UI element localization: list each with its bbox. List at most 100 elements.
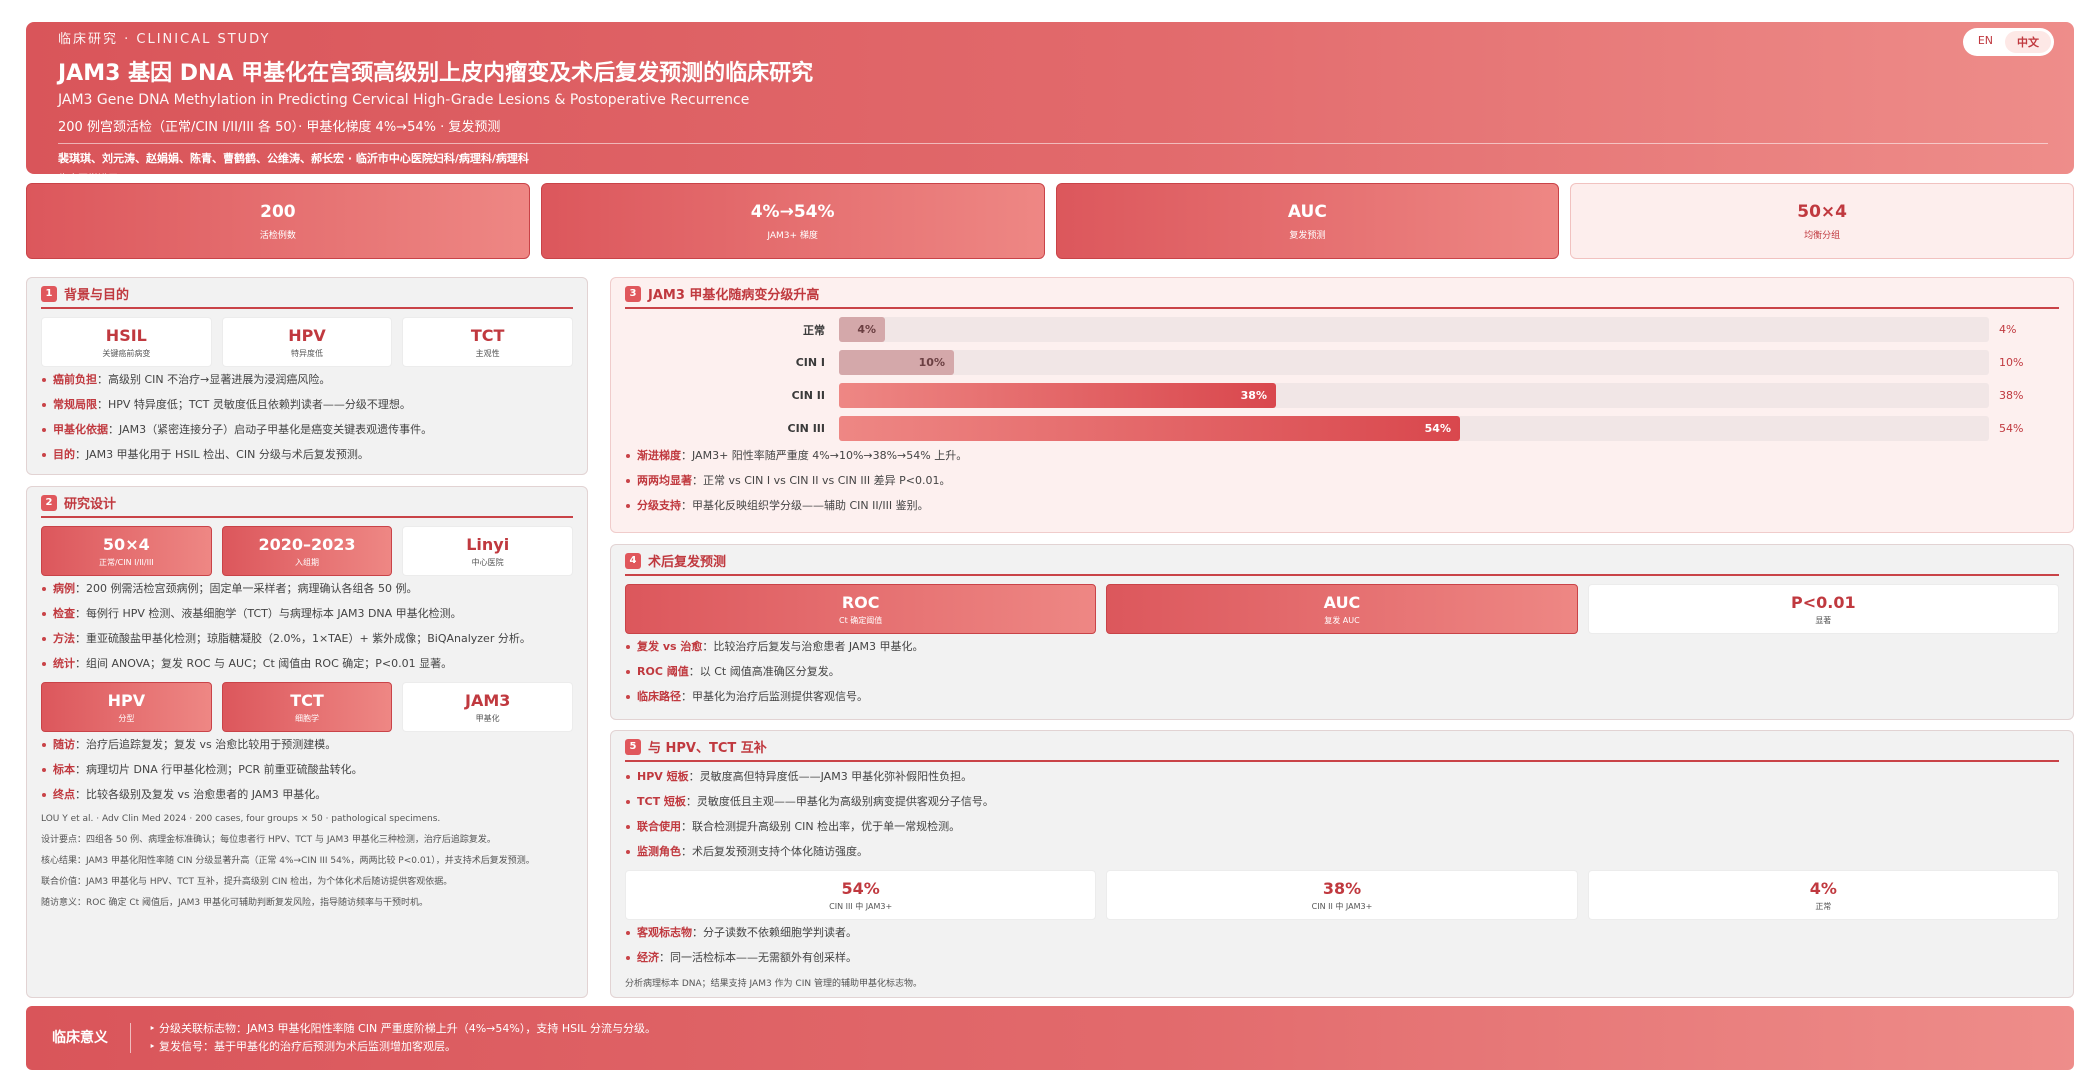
stat-card-gradient: 4%→54% JAM3+ 梯度 bbox=[540, 183, 1045, 259]
stat-label: JAM3+ 梯度 bbox=[767, 230, 818, 241]
bullet-list: 复发 vs 治愈：比较治疗后复发与治愈患者 JAM3 甲基化。 ROC 阈值：以… bbox=[625, 640, 2059, 704]
panel-complementary: 5 与 HPV、TCT 互补 HPV 短板：灵敏度高但特异度低——JAM3 甲基… bbox=[610, 730, 2074, 998]
bar-fill: 10% bbox=[839, 350, 954, 375]
footer-banner: 临床意义 分级关联标志物：JAM3 甲基化阳性率随 CIN 严重度阶梯上升（4%… bbox=[26, 1006, 2074, 1070]
lang-zh-button[interactable]: 中文 bbox=[2005, 31, 2051, 53]
bar-row: 正常 4% 4% bbox=[625, 317, 2059, 342]
list-item: 监测角色：术后复发预测支持个体化随访强度。 bbox=[626, 845, 2059, 859]
panel-title: 2 研究设计 bbox=[41, 493, 573, 518]
mini-label: Ct 确定阈值 bbox=[839, 615, 883, 625]
note-text: 随访意义：ROC 确定 Ct 阈值后，JAM3 甲基化可辅助判断复发风险，指导随… bbox=[41, 898, 429, 908]
mini-label: 入组期 bbox=[295, 557, 319, 567]
list-item: 检查：每例行 HPV 检测、液基细胞学（TCT）与病理标本 JAM3 DNA 甲… bbox=[42, 607, 573, 621]
mini-value: 2020–2023 bbox=[258, 534, 356, 554]
mini-card-pvalue: P<0.01 显著 bbox=[1587, 584, 2059, 634]
stat-value: 200 bbox=[260, 201, 296, 222]
mini-label: 正常/CIN I/II/III bbox=[98, 557, 154, 567]
mini-card-roc: ROC Ct 确定阈值 bbox=[625, 584, 1097, 634]
mini-card-groups: 50×4 正常/CIN I/II/III bbox=[41, 526, 212, 576]
mini-card-methylation: JAM3 甲基化 bbox=[402, 682, 574, 732]
mini-value: HPV bbox=[288, 325, 326, 345]
mini-card-cin3: 54% CIN III 中 JAM3+ bbox=[625, 870, 1097, 920]
bar-fill: 4% bbox=[839, 317, 885, 342]
header-kicker: 临床研究 · CLINICAL STUDY bbox=[58, 32, 271, 47]
bar-row: CIN II 38% 38% bbox=[625, 383, 2059, 408]
panel-title: 5 与 HPV、TCT 互补 bbox=[625, 737, 2059, 762]
bar-row: CIN III 54% 54% bbox=[625, 416, 2059, 441]
stat-row: 200 活检例数 4%→54% JAM3+ 梯度 AUC 复发预测 50×4 均… bbox=[26, 183, 2074, 259]
mini-value: 4% bbox=[1809, 878, 1837, 898]
panel-title-text: 与 HPV、TCT 互补 bbox=[648, 741, 767, 756]
footer-title: 临床意义 bbox=[52, 1023, 131, 1053]
footer-line: 分级关联标志物：JAM3 甲基化阳性率随 CIN 严重度阶梯上升（4%→54%）… bbox=[149, 1020, 656, 1038]
list-item: 随访：治疗后追踪复发；复发 vs 治愈比较用于预测建模。 bbox=[42, 738, 573, 752]
mini-card-row: HSIL 关键癌前病变 HPV 特异度低 TCT 主观性 bbox=[41, 317, 574, 367]
bar-chart: 正常 4% 4% CIN I 10% 10% CIN II 38% 38% CIN III 54% 5… bbox=[625, 317, 2059, 441]
mini-label: 显著 bbox=[1815, 615, 1832, 625]
mini-card-auc: AUC 复发 AUC bbox=[1106, 584, 1578, 634]
panel-title-text: 研究设计 bbox=[64, 497, 117, 512]
bar-track: 38% bbox=[839, 383, 1989, 408]
mini-card-hsil: HSIL 关键癌前病变 bbox=[41, 317, 212, 367]
bar-track: 54% bbox=[839, 416, 1989, 441]
mini-card-normal: 4% 正常 bbox=[1587, 870, 2059, 920]
mini-value: 38% bbox=[1322, 878, 1362, 898]
mini-card-hpv: HPV 特异度低 bbox=[221, 317, 393, 367]
list-item: 分级支持：甲基化反映组织学分级——辅助 CIN II/III 鉴别。 bbox=[626, 499, 2059, 513]
section-number: 4 bbox=[625, 552, 641, 569]
bar-category-label: CIN I bbox=[795, 356, 825, 369]
mini-value: AUC bbox=[1323, 592, 1361, 612]
stat-label: 活检例数 bbox=[259, 230, 296, 241]
panel-title-text: 背景与目的 bbox=[64, 288, 130, 303]
panel-design: 2 研究设计 50×4 正常/CIN I/II/III 2020–2023 入组… bbox=[26, 486, 588, 998]
list-item: 复发 vs 治愈：比较治疗后复发与治愈患者 JAM3 甲基化。 bbox=[626, 640, 2059, 654]
bar-category-label: CIN II bbox=[791, 389, 825, 402]
mini-label: CIN III 中 JAM3+ bbox=[829, 901, 893, 911]
section-number: 5 bbox=[625, 738, 641, 755]
mini-label: 主观性 bbox=[475, 348, 500, 358]
panel-title: 4 术后复发预测 bbox=[625, 551, 2059, 576]
mini-label: 分型 bbox=[118, 713, 135, 723]
note-text: LOU Y et al. · Adv Clin Med 2024 · 200 c… bbox=[41, 814, 441, 824]
list-item: 临床路径：甲基化为治疗后监测提供客观信号。 bbox=[626, 690, 2059, 704]
mini-card-cin2: 38% CIN II 中 JAM3+ bbox=[1106, 870, 1578, 920]
mini-label: 正常 bbox=[1815, 901, 1832, 911]
note-text: 联合价值：JAM3 甲基化与 HPV、TCT 互补，提升高级别 CIN 检出，为… bbox=[41, 877, 453, 887]
bar-value-label: 38% bbox=[1999, 389, 2024, 402]
header-authors: 裴琪琪、刘元涛、赵娟娟、陈青、曹鹤鹤、公维涛、郝长宏 · 临沂市中心医院妇科/病… bbox=[58, 143, 2048, 166]
list-item: 终点：比较各级别及复发 vs 治愈患者的 JAM3 甲基化。 bbox=[42, 788, 573, 802]
mini-value: 50×4 bbox=[102, 534, 150, 554]
bullet-list: 渐进梯度：JAM3+ 阳性率随严重度 4%→10%→38%→54% 上升。 两两… bbox=[625, 449, 2059, 513]
list-item: 目的：JAM3 甲基化用于 HSIL 检出、CIN 分级与术后复发预测。 bbox=[42, 448, 573, 462]
mini-card-hpv-type: HPV 分型 bbox=[41, 682, 212, 732]
stat-value: AUC bbox=[1287, 201, 1327, 222]
note-text: 设计要点：四组各 50 例、病理金标准确认；每位患者行 HPV、TCT 与 JA… bbox=[41, 835, 496, 845]
panel-background: 1 背景与目的 HSIL 关键癌前病变 HPV 特异度低 TCT 主观性 癌前负… bbox=[26, 277, 588, 475]
list-item: 渐进梯度：JAM3+ 阳性率随严重度 4%→10%→38%→54% 上升。 bbox=[626, 449, 2059, 463]
list-item: HPV 短板：灵敏度高但特异度低——JAM3 甲基化弥补假阳性负担。 bbox=[626, 770, 2059, 784]
mini-value: ROC bbox=[841, 592, 880, 612]
mini-label: CIN II 中 JAM3+ bbox=[1311, 901, 1373, 911]
footer-line: 复发信号：基于甲基化的治疗后预测为术后监测增加客观层。 bbox=[149, 1038, 656, 1056]
mini-label: 特异度低 bbox=[291, 348, 323, 358]
note-text: 分析病理标本 DNA；结果支持 JAM3 作为 CIN 管理的辅助甲基化标志物。 bbox=[625, 979, 922, 989]
bullet-list: 病例：200 例需活检宫颈病例；固定单一采样者；病理确认各组各 50 例。 检查… bbox=[41, 582, 573, 671]
list-item: TCT 短板：灵敏度低且主观——甲基化为高级别病变提供客观分子信号。 bbox=[626, 795, 2059, 809]
list-item: 统计：组间 ANOVA；复发 ROC 与 AUC；Ct 阈值由 ROC 确定；P… bbox=[42, 657, 573, 671]
list-item: 方法：重亚硫酸盐甲基化检测；琼脂糖凝胶（2.0%，1×TAE）+ 紫外成像；Bi… bbox=[42, 632, 573, 646]
panel-title: 3 JAM3 甲基化随病变分级升高 bbox=[625, 284, 2059, 309]
bar-category-label: CIN III bbox=[787, 422, 825, 435]
lang-en-button[interactable]: EN bbox=[1966, 31, 2005, 53]
page-title-en: JAM3 Gene DNA Methylation in Predicting … bbox=[58, 92, 750, 108]
panel-title: 1 背景与目的 bbox=[41, 284, 573, 309]
bullet-list: HPV 短板：灵敏度高但特异度低——JAM3 甲基化弥补假阳性负担。 TCT 短… bbox=[625, 770, 2059, 859]
mini-value: HSIL bbox=[105, 325, 147, 345]
bullet-list: 癌前负担：高级别 CIN 不治疗→显著进展为浸润癌风险。 常规局限：HPV 特异… bbox=[41, 373, 573, 462]
list-item: 客观标志物：分子读数不依赖细胞学判读者。 bbox=[626, 926, 2059, 940]
mini-label: 关键癌前病变 bbox=[102, 348, 151, 358]
section-number: 1 bbox=[41, 285, 57, 302]
note-text: 核心结果：JAM3 甲基化阳性率随 CIN 分级显著升高（正常 4%→CIN I… bbox=[41, 856, 535, 866]
stat-value: 50×4 bbox=[1797, 201, 1847, 222]
list-item: 病例：200 例需活检宫颈病例；固定单一采样者；病理确认各组各 50 例。 bbox=[42, 582, 573, 596]
mini-card-cytology: TCT 细胞学 bbox=[221, 682, 393, 732]
